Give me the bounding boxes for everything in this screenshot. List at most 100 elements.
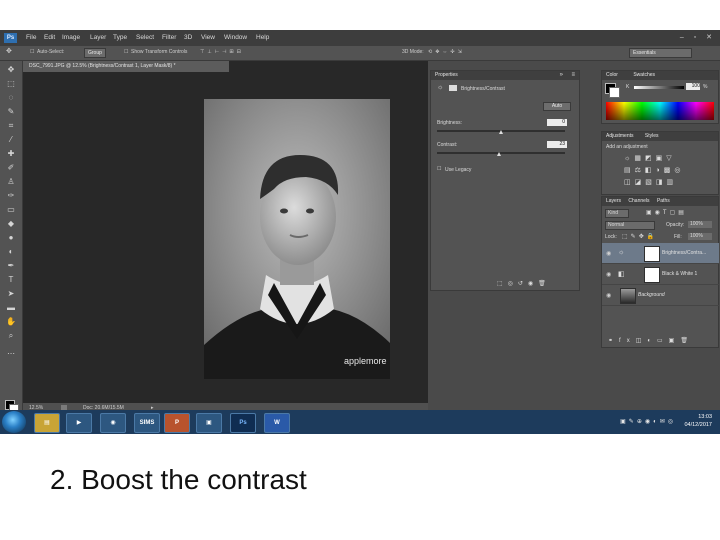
menu-select[interactable]: Select	[136, 34, 154, 41]
fill-label: Fill:	[674, 234, 682, 240]
tab-styles[interactable]: Styles	[645, 133, 659, 139]
visibility-eye-icon[interactable]: ◉	[606, 250, 611, 257]
eraser-tool-icon[interactable]: ▭	[6, 205, 16, 215]
menu-layer[interactable]: Layer	[90, 34, 106, 41]
lock-icons[interactable]: ⬚✎✥🔒	[622, 233, 657, 240]
menu-3d[interactable]: 3D	[184, 34, 192, 41]
brightness-slider-knob[interactable]	[499, 130, 503, 134]
tab-swatches[interactable]: Swatches	[633, 72, 655, 78]
photoshop-taskbar-icon[interactable]: Ps	[230, 413, 256, 433]
adjustment-icons-row-2[interactable]: ▤⚖◧◑▩◎	[624, 166, 684, 174]
menu-edit[interactable]: Edit	[44, 34, 55, 41]
adjustment-icons-row-3[interactable]: ◫◪▧◨▥	[624, 178, 677, 186]
panel-menu-icon[interactable]: ≡	[571, 72, 575, 78]
move-tool-icon[interactable]: ✥	[6, 65, 16, 75]
type-tool-icon[interactable]: T	[6, 275, 16, 285]
crop-tool-icon[interactable]: ⌗	[6, 121, 16, 131]
clock[interactable]: 13:03 04/12/2017	[684, 413, 712, 429]
menu-help[interactable]: Help	[256, 34, 269, 41]
menu-view[interactable]: View	[201, 34, 215, 41]
transform-controls-checkbox[interactable]: ☐	[124, 49, 128, 55]
use-legacy-checkbox[interactable]: ☐	[437, 166, 441, 172]
shape-tool-icon[interactable]: ▬	[6, 303, 16, 313]
blend-mode-dropdown[interactable]: Normal	[605, 221, 655, 230]
menu-filter[interactable]: Filter	[162, 34, 176, 41]
opacity-input[interactable]: 100%	[688, 221, 712, 228]
auto-button[interactable]: Auto	[543, 102, 571, 111]
layer-mask-thumbnail[interactable]	[644, 246, 660, 262]
hand-tool-icon[interactable]: ✋	[6, 317, 16, 327]
powerpoint-icon[interactable]: P	[164, 413, 190, 433]
k-value[interactable]: 100	[686, 83, 700, 90]
visibility-eye-icon[interactable]: ◉	[606, 292, 611, 299]
contrast-slider-knob[interactable]	[497, 152, 502, 156]
opacity-label: Opacity:	[666, 222, 685, 228]
document-tab[interactable]: DSC_7991.JPG @ 12.5% (Brightness/Contras…	[23, 61, 229, 72]
layer-name[interactable]: Background	[638, 292, 665, 298]
layer-mask-icon[interactable]	[449, 85, 457, 91]
background-swatch[interactable]	[609, 87, 620, 98]
k-slider[interactable]	[634, 86, 684, 89]
layer-name[interactable]: Black & White 1	[662, 271, 697, 277]
menu-file[interactable]: File	[26, 34, 36, 41]
clone-stamp-tool-icon[interactable]: ♙	[6, 177, 16, 187]
tab-paths[interactable]: Paths	[657, 198, 670, 204]
chrome-icon[interactable]: ◉	[100, 413, 126, 433]
lasso-tool-icon[interactable]: ◌	[6, 93, 16, 103]
group-dropdown[interactable]: Group	[84, 48, 106, 58]
start-button-icon[interactable]	[2, 411, 26, 433]
brightness-input[interactable]: 0	[547, 119, 567, 126]
3d-mode-icons[interactable]: ⟲✥⇔✣⇲	[428, 49, 465, 55]
menu-window[interactable]: Window	[224, 34, 247, 41]
layer-row-brightness-contrast[interactable]: ◉ ☼ Brightness/Contra...	[602, 243, 719, 264]
align-icons[interactable]: ⊤⊥⊢⊣⊞⊟	[200, 49, 244, 55]
adjustment-icons-row-1[interactable]: ☼▦◩▣▽	[624, 154, 676, 162]
history-brush-tool-icon[interactable]: ✑	[6, 191, 16, 201]
contrast-input[interactable]: 23	[547, 141, 567, 148]
layer-row-background[interactable]: ◉ Background	[602, 285, 719, 306]
word-icon[interactable]: W	[264, 413, 290, 433]
menu-image[interactable]: Image	[62, 34, 80, 41]
more-tools-icon[interactable]: ⋯	[6, 349, 16, 359]
move-tool-icon[interactable]: ✥	[6, 47, 12, 55]
visibility-eye-icon[interactable]: ◉	[606, 271, 611, 278]
layer-row-black-white[interactable]: ◉ ◧ Black & White 1	[602, 264, 719, 285]
blur-tool-icon[interactable]: ●	[6, 233, 16, 243]
eyedropper-tool-icon[interactable]: ⁄	[6, 135, 16, 145]
collapse-panel-icon[interactable]: »	[560, 72, 563, 78]
tab-color[interactable]: Color	[606, 72, 618, 78]
background-thumbnail[interactable]	[620, 288, 636, 304]
menu-type[interactable]: Type	[113, 34, 127, 41]
path-select-tool-icon[interactable]: ➤	[6, 289, 16, 299]
properties-footer-icons[interactable]: ⬚◎↺◉🗑	[497, 280, 551, 287]
tab-layers[interactable]: Layers	[606, 198, 621, 204]
paint-bucket-tool-icon[interactable]: ◆	[6, 219, 16, 229]
layers-footer-icons[interactable]: ⚭fx◫◐▭▣🗑	[608, 337, 694, 344]
kind-filter-dropdown[interactable]: Kind	[605, 209, 629, 218]
system-tray-icons[interactable]: ▣✎⊕◉◐✉◎	[620, 418, 676, 425]
network-folder-icon[interactable]: ▣	[196, 413, 222, 433]
fill-input[interactable]: 100%	[688, 233, 712, 240]
color-spectrum[interactable]	[606, 102, 714, 120]
watermark-text: applemore	[344, 356, 387, 366]
photo-canvas[interactable]: applemore	[204, 99, 390, 379]
media-player-icon[interactable]: ▶	[66, 413, 92, 433]
pen-tool-icon[interactable]: ✒	[6, 261, 16, 271]
auto-select-checkbox[interactable]: ☐	[30, 49, 34, 55]
healing-brush-tool-icon[interactable]: ✚	[6, 149, 16, 159]
layer-name[interactable]: Brightness/Contra...	[662, 250, 706, 256]
zoom-tool-icon[interactable]: ⌕	[6, 331, 16, 341]
tab-adjustments[interactable]: Adjustments	[606, 133, 634, 139]
marquee-tool-icon[interactable]: ⬚	[6, 79, 16, 89]
window-controls-icon[interactable]: – ▫ ✕	[680, 33, 716, 41]
tab-channels[interactable]: Channels	[628, 198, 649, 204]
quick-select-tool-icon[interactable]: ✎	[6, 107, 16, 117]
brush-tool-icon[interactable]: ✐	[6, 163, 16, 173]
layer-mask-thumbnail[interactable]	[644, 267, 660, 283]
dodge-tool-icon[interactable]: ◐	[6, 247, 16, 257]
use-legacy-label: Use Legacy	[445, 167, 472, 173]
sims-icon[interactable]: SIMS	[134, 413, 160, 433]
workspace-dropdown[interactable]: Essentials	[629, 48, 692, 58]
layer-filter-icons[interactable]: ▣◉T▢▤	[646, 209, 687, 216]
file-explorer-icon[interactable]: ▤	[34, 413, 60, 433]
